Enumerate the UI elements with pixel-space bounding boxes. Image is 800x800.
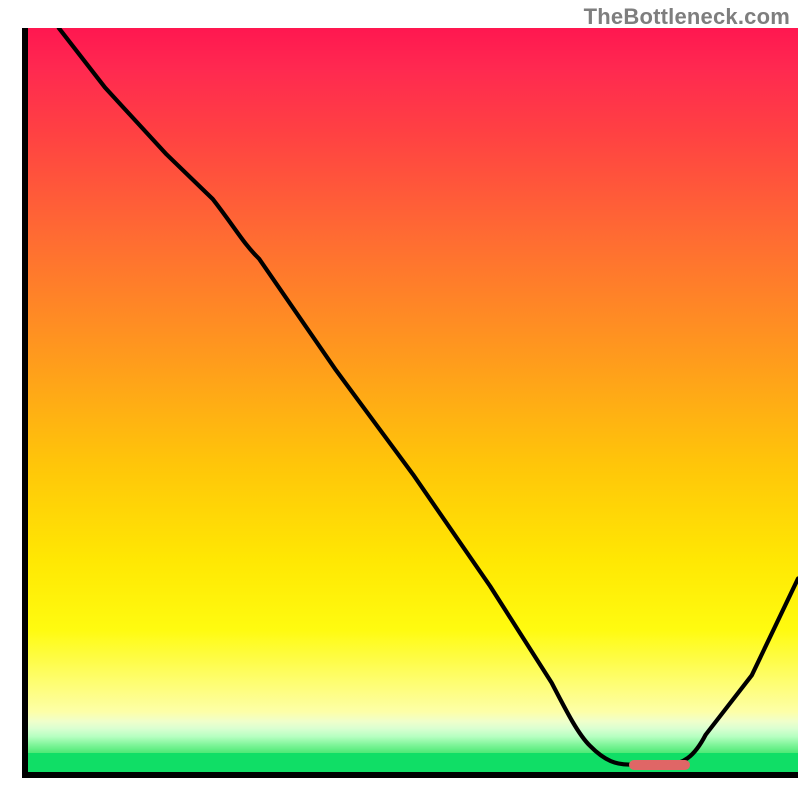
optimal-zone-marker bbox=[629, 760, 691, 770]
curve-path bbox=[59, 28, 798, 765]
plot-axes bbox=[22, 28, 798, 778]
bottleneck-curve bbox=[28, 28, 798, 772]
watermark-text: TheBottleneck.com bbox=[584, 4, 790, 30]
chart-frame: TheBottleneck.com bbox=[0, 0, 800, 800]
